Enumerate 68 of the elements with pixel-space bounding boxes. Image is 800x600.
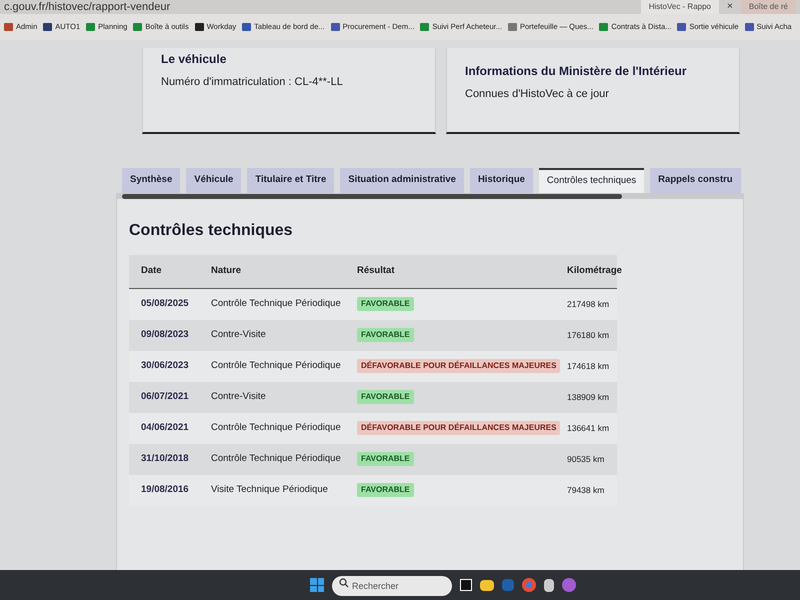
- bookmark-icon: [242, 23, 252, 31]
- bookmark-icon: [194, 23, 204, 31]
- bookmark-icon: [43, 23, 52, 31]
- browser-tab[interactable]: HistoVec - Rappo: [640, 0, 720, 14]
- table-cell-text: Contre-Visite: [211, 328, 267, 342]
- bookmark-icon: [744, 23, 754, 31]
- tab[interactable]: Synthèse: [122, 168, 180, 193]
- app-icon[interactable]: [460, 579, 472, 591]
- result-badge: FAVORABLE: [357, 483, 414, 498]
- result-badge: FAVORABLE: [357, 328, 414, 342]
- table-cell-text: Contrôle Technique Périodique: [211, 297, 342, 312]
- table-cell-text: 05/08/2025: [141, 297, 190, 312]
- table-cell-text: Contrôle Technique Périodique: [211, 359, 342, 374]
- start-icon[interactable]: [310, 578, 324, 592]
- card-title: Informations du Ministère de l'Intérieur: [465, 63, 688, 80]
- table-cell-text: 06/07/2021: [141, 390, 190, 404]
- column-header: Nature: [211, 264, 242, 278]
- scrollbar-thumb[interactable]: [122, 194, 622, 198]
- browser-tab[interactable]: Boîte de ré: [740, 0, 796, 14]
- card-text: Connues d'HistoVec à ce jour: [465, 87, 610, 102]
- tab[interactable]: Véhicule: [186, 168, 242, 193]
- app-icon[interactable]: [544, 578, 554, 592]
- tab[interactable]: Contrôles techniques: [538, 168, 644, 193]
- result-badge: DÉFAVORABLE POUR DÉFAILLANCES MAJEURES: [357, 359, 560, 374]
- table-cell-text: Visite Technique Périodique: [211, 483, 329, 498]
- table-cell-text: 217498 km: [567, 298, 610, 311]
- table-cell-text: 136641 km: [567, 422, 610, 435]
- card-text: Numéro d'immatriculation : CL-4**-LL: [161, 75, 344, 90]
- table-cell-text: 138909 km: [567, 391, 610, 404]
- section-title: Contrôles techniques: [129, 221, 294, 241]
- tab[interactable]: Rappels constru: [650, 168, 741, 193]
- table-cell-text: Contrôle Technique Périodique: [211, 421, 342, 436]
- result-badge: FAVORABLE: [357, 390, 414, 404]
- table-cell-text: 174618 km: [567, 360, 610, 373]
- bookmark-icon: [330, 23, 340, 31]
- bookmark-icon: [677, 23, 686, 31]
- bookmark-icon: [86, 23, 96, 31]
- result-badge: FAVORABLE: [357, 452, 414, 466]
- table-cell-text: 31/10/2018: [141, 452, 190, 466]
- table-cell-text: 19/08/2016: [141, 483, 190, 498]
- bookmark-icon: [599, 23, 608, 31]
- table-cell-text: 09/08/2023: [141, 328, 190, 342]
- bookmark-icon: [420, 23, 430, 31]
- result-badge: FAVORABLE: [357, 297, 414, 312]
- tab[interactable]: Situation administrative: [340, 168, 464, 193]
- card-title: Le véhicule: [161, 51, 228, 68]
- table-cell-text: 04/06/2021: [141, 421, 190, 436]
- bookmark-icon: [133, 23, 142, 31]
- table-cell-text: 79438 km: [567, 484, 606, 497]
- browser-icon[interactable]: [522, 578, 536, 592]
- bookmark-icon: [508, 23, 517, 31]
- tab[interactable]: Titulaire et Titre: [247, 168, 334, 193]
- bookmark-icon: [4, 23, 13, 31]
- search-field[interactable]: Rechercher: [332, 576, 452, 596]
- table-cell-text: 30/06/2023: [141, 359, 190, 374]
- address-bar-url[interactable]: c.gouv.fr/histovec/rapport-vendeur: [4, 2, 170, 12]
- close-button[interactable]: ×: [723, 0, 737, 14]
- column-header: Kilométrage: [567, 264, 623, 278]
- table-cell-text: Contre-Visite: [211, 390, 267, 404]
- table-cell-text: 90535 km: [567, 453, 606, 466]
- column-header: Date: [141, 264, 163, 278]
- column-header: Résultat: [357, 264, 396, 278]
- folder-icon[interactable]: [480, 580, 494, 590]
- table-cell-text: 176180 km: [567, 329, 610, 342]
- result-badge: DÉFAVORABLE POUR DÉFAILLANCES MAJEURES: [357, 421, 560, 436]
- table-cell-text: Contrôle Technique Périodique: [211, 452, 342, 466]
- tab[interactable]: Historique: [470, 168, 533, 193]
- search-icon: [339, 578, 349, 588]
